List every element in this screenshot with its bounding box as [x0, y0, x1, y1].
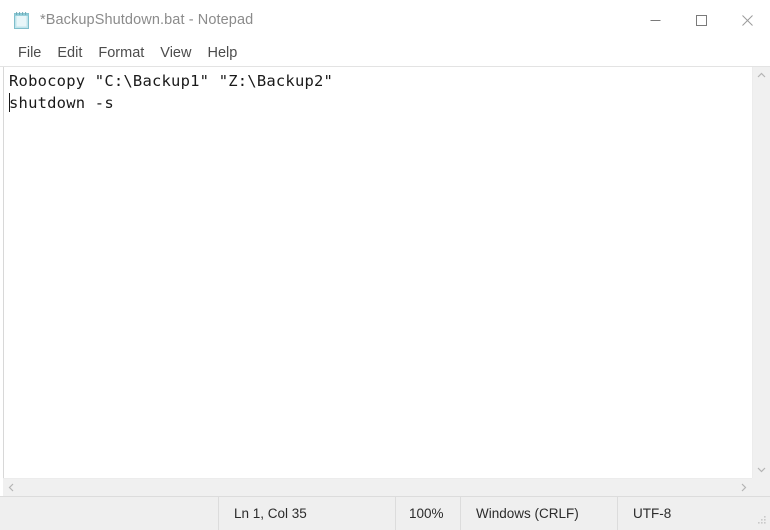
resize-grip-icon[interactable] — [755, 515, 767, 527]
chevron-up-icon — [757, 72, 766, 78]
minimize-icon — [650, 19, 660, 21]
status-line-ending: Windows (CRLF) — [476, 506, 579, 521]
status-zoom-level[interactable]: 100% — [396, 497, 460, 530]
status-encoding: UTF-8 — [633, 506, 672, 521]
scroll-left-button[interactable] — [3, 479, 20, 496]
caption-button-group — [632, 0, 770, 40]
close-icon — [741, 14, 753, 26]
status-bar: Ln 1, Col 35 100% Windows (CRLF) UTF-8 — [0, 496, 770, 530]
editor-row: Robocopy "C:\Backup1" "Z:\Backup2" shutd… — [0, 67, 770, 478]
text-editor-area[interactable]: Robocopy "C:\Backup1" "Z:\Backup2" shutd… — [3, 67, 752, 478]
menu-bar: File Edit Format View Help — [0, 40, 770, 66]
chevron-down-icon — [757, 467, 766, 473]
editor-line: shutdown -s — [9, 94, 114, 112]
menu-item-view[interactable]: View — [152, 43, 199, 64]
notepad-icon — [13, 11, 31, 30]
chevron-right-icon — [741, 483, 747, 492]
scroll-right-button[interactable] — [735, 479, 752, 496]
maximize-button[interactable] — [678, 0, 724, 40]
editor-region: Robocopy "C:\Backup1" "Z:\Backup2" shutd… — [0, 66, 770, 496]
status-cursor-position: Ln 1, Col 35 — [234, 506, 307, 521]
menu-item-edit[interactable]: Edit — [49, 43, 90, 64]
menu-item-format[interactable]: Format — [90, 43, 152, 64]
text-caret — [9, 93, 10, 112]
editor-line: Robocopy "C:\Backup1" "Z:\Backup2" — [9, 72, 334, 90]
minimize-button[interactable] — [632, 0, 678, 40]
vertical-scroll-track[interactable] — [753, 84, 770, 461]
scroll-up-button[interactable] — [753, 67, 770, 84]
close-button[interactable] — [724, 0, 770, 40]
scroll-down-button[interactable] — [753, 461, 770, 478]
status-spacer — [0, 497, 218, 530]
notepad-window: *BackupShutdown.bat - Notepad File Edit … — [0, 0, 770, 530]
vertical-scrollbar[interactable] — [752, 67, 770, 478]
horizontal-scroll-track[interactable] — [20, 479, 735, 496]
menu-item-file[interactable]: File — [10, 43, 49, 64]
maximize-icon — [695, 14, 707, 26]
menu-item-help[interactable]: Help — [199, 43, 245, 64]
chevron-left-icon — [8, 483, 14, 492]
title-bar: *BackupShutdown.bat - Notepad — [0, 0, 770, 40]
horizontal-scroll-row — [0, 478, 770, 496]
window-title: *BackupShutdown.bat - Notepad — [40, 12, 254, 28]
scrollbar-corner — [752, 478, 770, 496]
horizontal-scrollbar[interactable] — [3, 478, 752, 496]
